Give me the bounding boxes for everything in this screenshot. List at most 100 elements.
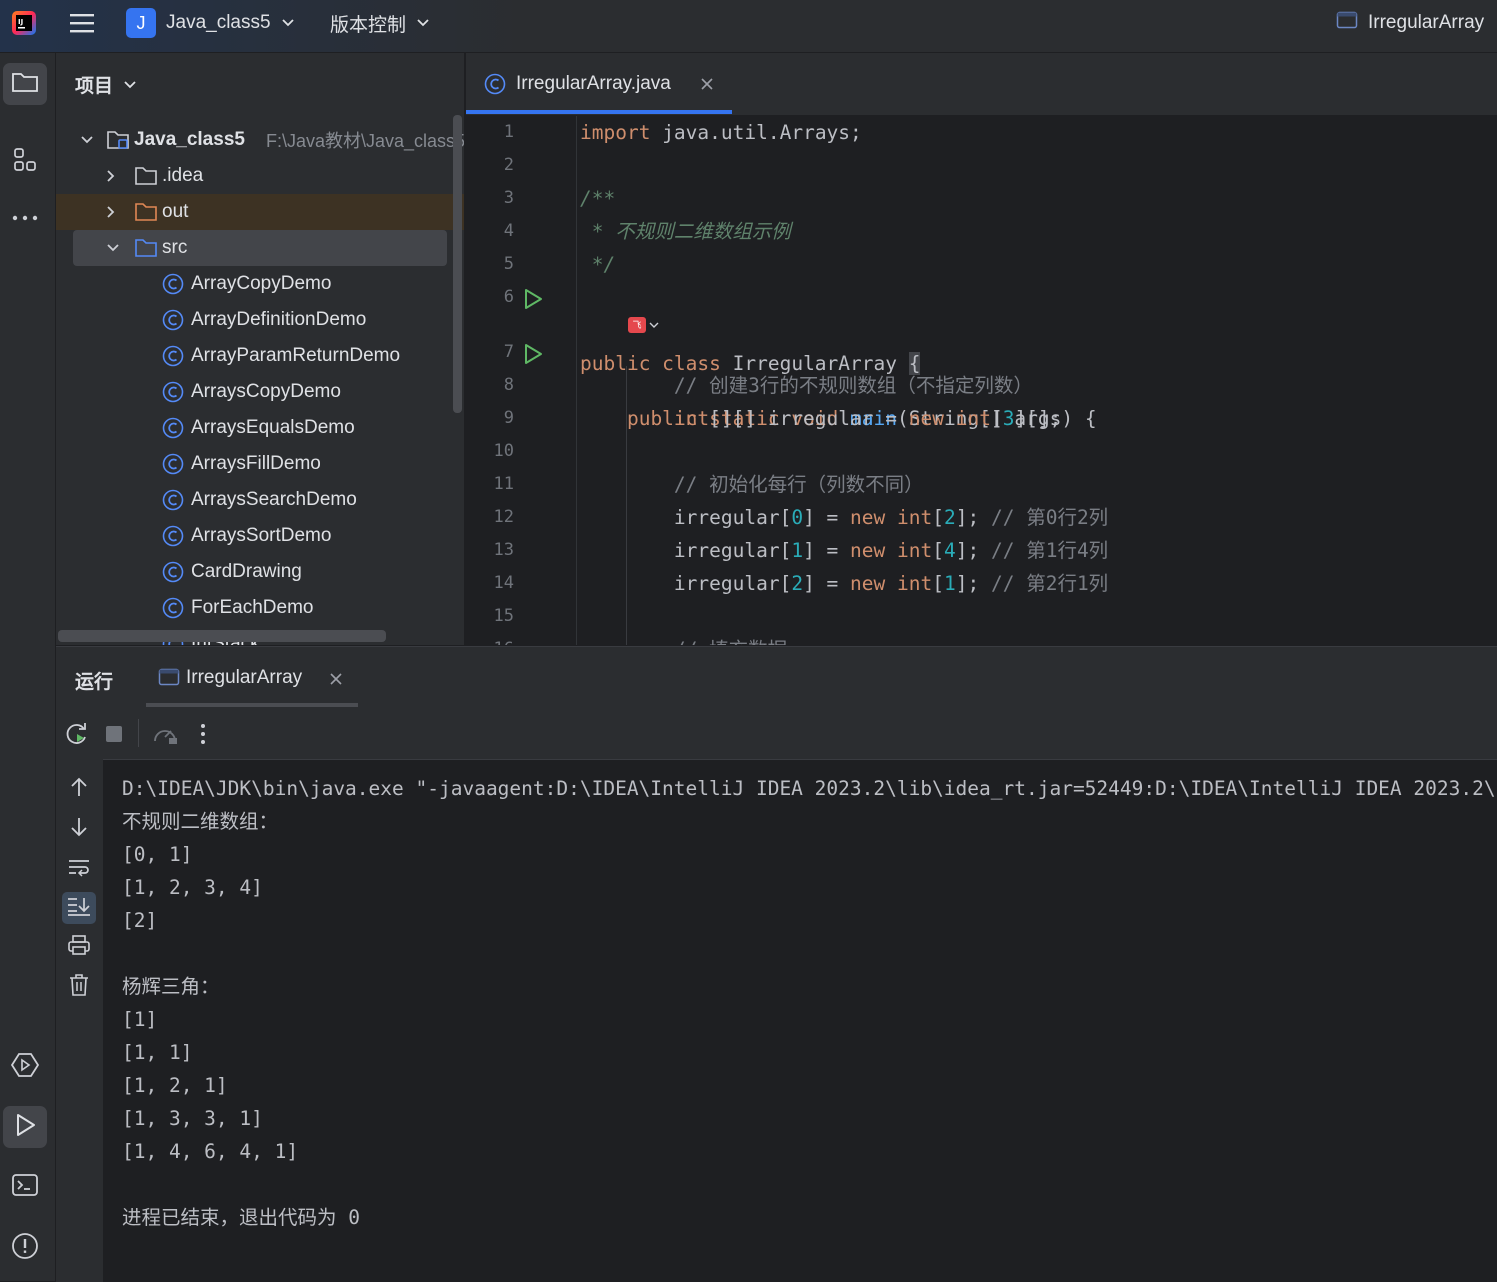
svg-text:IJ: IJ xyxy=(18,18,23,26)
run-tabs: 运行 IrregularArray xyxy=(56,647,1497,707)
tree-folder-src[interactable]: src xyxy=(56,230,464,266)
tree-root-row[interactable]: Java_class5 F:\Java教材\Java_class5 xyxy=(56,122,464,158)
java-class-icon xyxy=(484,73,506,100)
class-label: ForEachDemo xyxy=(191,597,314,618)
tree-class-item[interactable]: ArraysCopyDemo xyxy=(56,374,464,410)
stop-icon[interactable] xyxy=(105,725,123,748)
vertical-scrollbar[interactable] xyxy=(453,115,462,413)
module-folder-icon xyxy=(106,129,130,151)
class-label: ArraysSortDemo xyxy=(191,525,332,546)
console-line: [1, 2, 1] xyxy=(122,1074,228,1097)
print-button[interactable] xyxy=(62,931,96,963)
chevron-right-icon[interactable] xyxy=(106,205,116,219)
code-line: 12 irregular[0] = new int[2]; // 第0行2列 xyxy=(493,506,1109,529)
project-name: Java_class5 xyxy=(166,12,271,33)
code-line: 14 irregular[2] = new int[1]; // 第2行1列 xyxy=(493,572,1109,595)
toolbar-divider xyxy=(138,719,139,747)
close-icon[interactable] xyxy=(700,77,714,96)
print-icon xyxy=(67,934,91,961)
tree-class-item[interactable]: ArraysSortDemo xyxy=(56,518,464,554)
chevron-down-icon xyxy=(281,12,295,34)
tree-class-item[interactable]: ArraysEqualsDemo xyxy=(56,410,464,446)
class-label: ArrayCopyDemo xyxy=(191,273,332,294)
tree-class-item[interactable]: ArraysSearchDemo xyxy=(56,482,464,518)
run-panel: 运行 IrregularArray D:\IDEA\JDK\bin\java.e… xyxy=(56,646,1497,1282)
project-badge: J xyxy=(126,8,156,38)
class-label: ArraysEqualsDemo xyxy=(191,417,355,438)
problems-tool-button[interactable] xyxy=(3,1227,47,1269)
console-line: [1, 2, 3, 4] xyxy=(122,876,263,899)
run-tab-irregulararray[interactable]: IrregularArray xyxy=(146,647,358,707)
tree-class-item[interactable]: ForEachDemo xyxy=(56,590,464,626)
console-output[interactable]: D:\IDEA\JDK\bin\java.exe "-javaagent:D:\… xyxy=(103,759,1497,1282)
more-vertical-icon[interactable] xyxy=(199,723,207,750)
tree-class-item[interactable]: ArrayParamReturnDemo xyxy=(56,338,464,374)
feishu-icon: 飞 xyxy=(628,317,646,333)
chevron-down-icon[interactable] xyxy=(106,243,120,253)
project-tool-button[interactable] xyxy=(3,63,47,105)
run-config-selector[interactable]: IrregularArray xyxy=(1336,0,1484,46)
java-class-icon xyxy=(162,417,184,439)
project-selector[interactable]: J Java_class5 xyxy=(126,0,295,46)
code-line: 1 import java.util.Arrays; xyxy=(503,121,862,144)
arrow-down-icon xyxy=(69,816,89,843)
close-icon[interactable] xyxy=(329,672,343,691)
tree-class-item[interactable]: CardDrawing xyxy=(56,554,464,590)
editor-tab-irregulararray[interactable]: IrregularArray.java xyxy=(466,53,732,115)
code-line: 5 */ xyxy=(503,253,616,276)
run-gutter-icon[interactable] xyxy=(522,287,544,320)
intellij-logo[interactable]: IJ xyxy=(10,0,38,46)
selection-highlight xyxy=(73,230,447,266)
tree-class-item[interactable]: ArrayCopyDemo xyxy=(56,266,464,302)
class-label: ArrayDefinitionDemo xyxy=(191,309,367,330)
more-tools-button[interactable] xyxy=(3,198,47,240)
class-label: ArraysFillDemo xyxy=(191,453,321,474)
scroll-up-button[interactable] xyxy=(62,773,96,805)
chevron-down-icon[interactable] xyxy=(80,135,94,145)
run-tool-button[interactable] xyxy=(3,1106,47,1148)
java-class-icon xyxy=(162,273,184,295)
tree-class-item[interactable]: ArraysFillDemo xyxy=(56,446,464,482)
code-line: 4 * 不规则二维数组示例 xyxy=(503,220,791,243)
trash-icon xyxy=(68,973,90,1002)
tree-folder-idea[interactable]: .idea xyxy=(56,158,464,194)
console-line: D:\IDEA\JDK\bin\java.exe "-javaagent:D:\… xyxy=(122,777,1497,800)
more-horizontal-icon xyxy=(11,210,39,228)
profiler-icon[interactable] xyxy=(151,721,179,752)
vcs-menu[interactable]: 版本控制 xyxy=(330,0,430,46)
tree-folder-out[interactable]: out xyxy=(56,194,464,230)
code-line: 6 public class IrregularArray { xyxy=(503,287,921,375)
root-name: Java_class5 xyxy=(134,129,245,150)
console-line: [1] xyxy=(122,1008,158,1031)
folder-icon xyxy=(134,165,158,187)
scroll-down-button[interactable] xyxy=(62,813,96,845)
services-tool-button[interactable] xyxy=(3,1046,47,1088)
horizontal-scrollbar[interactable] xyxy=(58,630,386,642)
rerun-icon[interactable] xyxy=(64,721,90,752)
console-line: [1, 4, 6, 4, 1] xyxy=(122,1140,299,1163)
chevron-down-icon xyxy=(649,316,659,334)
title-bar: IJ J Java_class5 版本控制 IrregularArray xyxy=(0,0,1497,53)
structure-tool-button[interactable] xyxy=(3,141,47,183)
scroll-to-end-button[interactable] xyxy=(62,892,96,924)
terminal-icon xyxy=(11,1172,39,1203)
code-area[interactable]: 1 import java.util.Arrays; 2 3/** 4 * 不规则… xyxy=(466,116,1497,645)
chevron-right-icon[interactable] xyxy=(106,169,116,183)
soft-wrap-button[interactable] xyxy=(62,853,96,885)
console-window-icon xyxy=(1336,10,1358,36)
run-config-name: IrregularArray xyxy=(1368,12,1485,33)
tree-class-item[interactable]: ArrayDefinitionDemo xyxy=(56,302,464,338)
main-menu-icon[interactable] xyxy=(68,0,96,46)
project-panel-header[interactable]: 项目 xyxy=(75,71,137,98)
clear-console-button[interactable] xyxy=(62,971,96,1003)
console-line: 进程已结束，退出代码为 0 xyxy=(122,1206,360,1229)
folder-icon xyxy=(11,70,39,99)
folder-label: src xyxy=(162,237,188,258)
folder-label: out xyxy=(162,201,189,222)
code-line: 16 // 填充数据 xyxy=(466,633,1497,645)
editor-tab-label: IrregularArray.java xyxy=(516,73,671,94)
ai-inlay-hint[interactable]: 飞 xyxy=(628,316,659,334)
terminal-tool-button[interactable] xyxy=(3,1166,47,1208)
vcs-label: 版本控制 xyxy=(330,14,407,36)
java-class-icon xyxy=(162,489,184,511)
